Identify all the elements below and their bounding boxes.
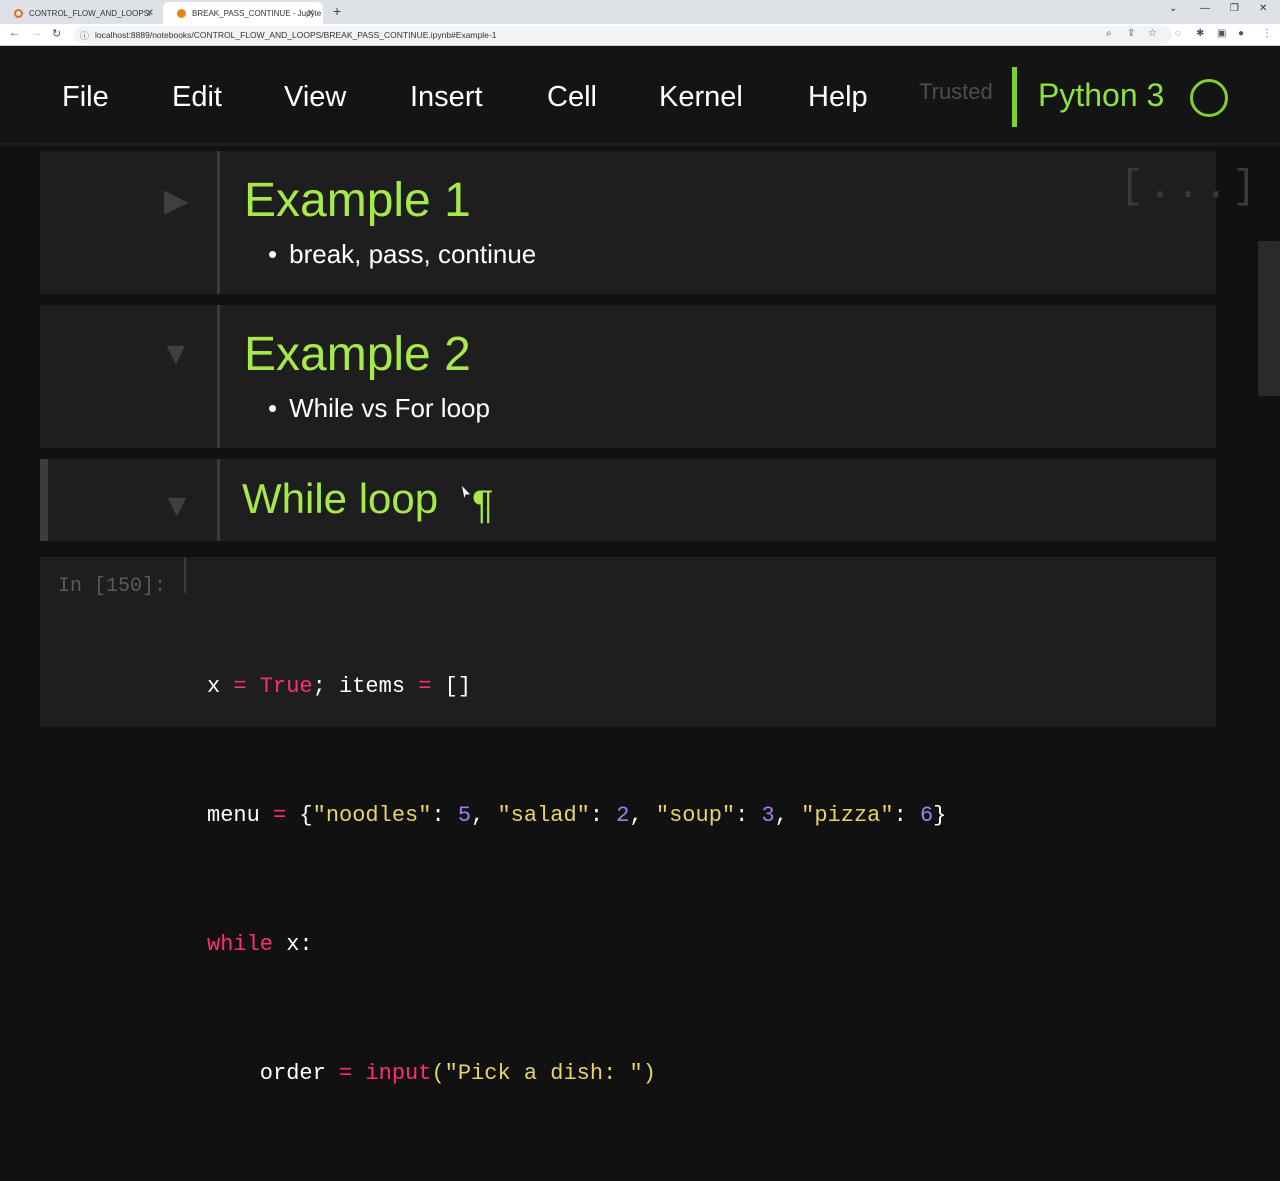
trusted-indicator[interactable]: Trusted: [919, 79, 993, 105]
url-field[interactable]: ⓘ localhost:8889/notebooks/CONTROL_FLOW_…: [74, 26, 1172, 44]
cell-left-border: [217, 151, 220, 294]
cell-left-border: [217, 305, 220, 448]
reload-icon[interactable]: ↻: [52, 27, 61, 40]
code-line-3: while x:: [207, 932, 313, 957]
kernel-name[interactable]: Python 3: [1038, 77, 1164, 114]
profile-avatar-icon[interactable]: ●: [1238, 28, 1244, 39]
minimize-icon[interactable]: —: [1200, 3, 1210, 14]
markdown-cell-example-1[interactable]: ▶ Example 1 • break, pass, continue [...]: [40, 151, 1256, 294]
url-text: localhost:8889/notebooks/CONTROL_FLOW_AN…: [95, 30, 497, 40]
restore-icon[interactable]: ❐: [1230, 3, 1239, 14]
bullet-example-1: • break, pass, continue: [268, 239, 537, 269]
menu-view[interactable]: View: [284, 81, 346, 114]
code-line-2: menu = {"noodles": 5, "salad": 2, "soup"…: [207, 803, 947, 828]
browser-tab-strip: CONTROL_FLOW_AND_LOOPS/ ✕ BREAK_PASS_CON…: [0, 0, 1280, 24]
close-icon[interactable]: ✕: [146, 8, 154, 19]
menu-file[interactable]: File: [62, 81, 109, 114]
tab-title: BREAK_PASS_CONTINUE - Jupyte: [192, 8, 322, 18]
notebook-favicon-icon: [177, 8, 186, 18]
menu-kernel[interactable]: Kernel: [659, 81, 743, 114]
code-line-1: x = True; items = []: [207, 674, 472, 699]
menu-cell[interactable]: Cell: [547, 81, 597, 114]
site-info-icon[interactable]: ⓘ: [80, 29, 89, 42]
kernel-idle-icon: [1190, 79, 1228, 117]
scrollbar-thumb[interactable]: [1258, 241, 1280, 396]
close-window-icon[interactable]: ✕: [1259, 3, 1267, 14]
anchor-link-icon[interactable]: ¶: [472, 483, 493, 528]
markdown-cell-example-2[interactable]: ▼ Example 2 • While vs For loop: [40, 305, 1216, 448]
code-line-4: order = input("Pick a dish: "): [207, 1061, 656, 1086]
bullet-example-2: • While vs For loop: [268, 393, 490, 423]
collapse-arrow-icon[interactable]: ▼: [161, 487, 193, 524]
browser-tab-control-flow[interactable]: CONTROL_FLOW_AND_LOOPS/ ✕: [0, 2, 162, 24]
address-bar: ← → ↻ ⓘ localhost:8889/notebooks/CONTROL…: [0, 24, 1280, 46]
notebook-container: ▶ Example 1 • break, pass, continue [...]…: [0, 143, 1280, 1086]
jupyter-favicon-icon: [14, 8, 23, 18]
close-icon[interactable]: ✕: [307, 8, 315, 19]
tab-title: CONTROL_FLOW_AND_LOOPS/: [29, 8, 152, 18]
extensions-puzzle-icon[interactable]: ✱: [1196, 28, 1204, 39]
code-editor[interactable]: x = True; items = [] menu = {"noodles": …: [207, 579, 946, 1181]
expand-arrow-icon[interactable]: ▶: [164, 181, 189, 219]
heading-example-1: Example 1: [244, 174, 471, 227]
menu-help[interactable]: Help: [808, 81, 868, 114]
kernel-divider: [1012, 67, 1017, 127]
new-tab-icon[interactable]: +: [333, 3, 341, 19]
zoom-icon[interactable]: ⌕: [1106, 28, 1112, 39]
collapsed-ellipsis[interactable]: [...]: [1120, 165, 1260, 210]
input-prompt: In [150]:: [58, 575, 167, 598]
back-icon[interactable]: ←: [9, 27, 20, 39]
forward-icon[interactable]: →: [31, 27, 42, 39]
heading-while-loop: While loop: [242, 475, 439, 522]
share-icon[interactable]: ⇪: [1127, 28, 1135, 39]
markdown-cell-while-loop[interactable]: ▼ While loop ¶: [40, 459, 1216, 541]
browser-tab-break-pass[interactable]: BREAK_PASS_CONTINUE - Jupyte ✕: [163, 2, 323, 24]
menu-edit[interactable]: Edit: [172, 81, 222, 114]
extension-status-icon[interactable]: ◌: [1175, 28, 1181, 39]
cell-left-border: [217, 459, 220, 541]
more-menu-icon[interactable]: ⋮: [1262, 28, 1272, 39]
heading-example-2: Example 2: [244, 328, 471, 381]
collapse-arrow-icon[interactable]: ▼: [160, 335, 192, 372]
menu-insert[interactable]: Insert: [410, 81, 483, 114]
tab-search-icon[interactable]: ⌄: [1169, 3, 1177, 14]
code-cell[interactable]: In [150]: x = True; items = [] menu = {"…: [40, 557, 1216, 1086]
prompt-divider: [184, 557, 186, 593]
bookmark-star-icon[interactable]: ☆: [1148, 28, 1157, 39]
side-panel-icon[interactable]: ▣: [1217, 28, 1226, 39]
